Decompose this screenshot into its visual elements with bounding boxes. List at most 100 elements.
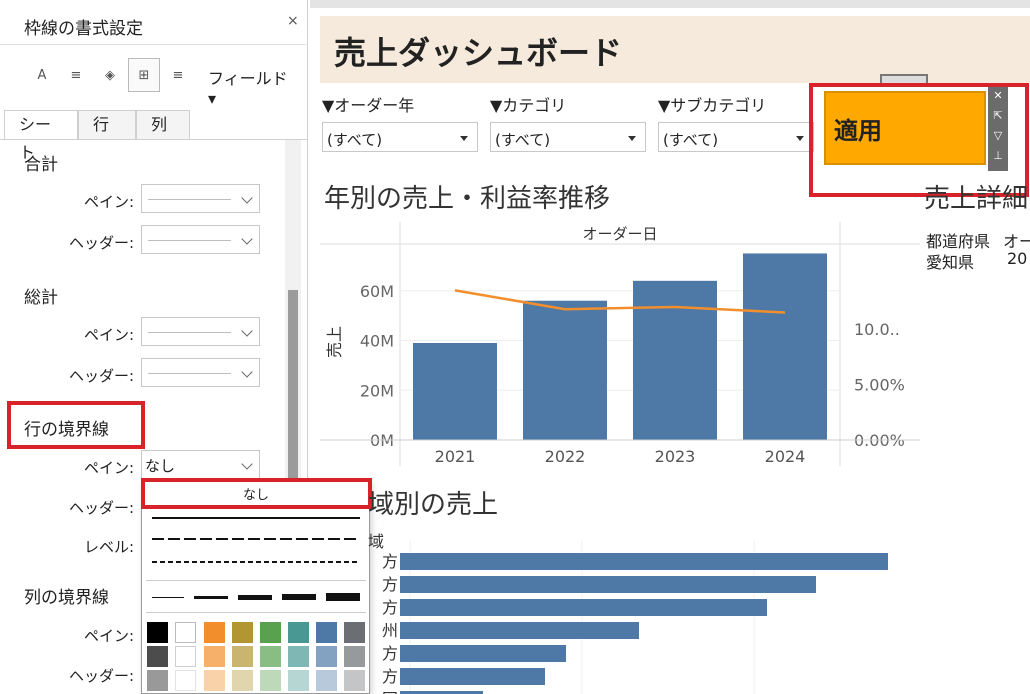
line-weight-1[interactable] xyxy=(152,597,184,598)
total-header-line-dropdown[interactable] xyxy=(141,225,260,254)
pane-label: ペイン: xyxy=(83,326,134,344)
pane-label: ペイン: xyxy=(83,193,134,211)
level-label: レベル: xyxy=(83,538,134,556)
region-bar xyxy=(400,599,767,616)
detail-title: 売上詳細 xyxy=(924,184,1029,214)
dropdown-arrow-icon xyxy=(796,136,804,141)
format-toolbar: A ≡ ◈ ⊞ ≡ フィールド▾ xyxy=(24,58,294,108)
header-label: ヘッダー: xyxy=(68,499,134,517)
total-pane-line-dropdown[interactable] xyxy=(141,184,260,213)
tab-sheet[interactable]: シート xyxy=(4,110,78,162)
filter-icon[interactable]: ▽ xyxy=(991,129,1005,143)
sales-bar xyxy=(743,253,827,440)
color-swatch[interactable] xyxy=(204,670,225,691)
line-weight-2[interactable] xyxy=(194,596,228,599)
x-tick-label: 2022 xyxy=(545,447,586,466)
y-tick-label: 20M xyxy=(360,381,394,400)
color-swatch[interactable] xyxy=(232,646,253,667)
region-label: 国 xyxy=(382,690,398,694)
section-title-row-divider: 行の境界線 xyxy=(24,420,109,440)
close-icon[interactable]: ✕ xyxy=(991,89,1005,103)
color-swatch[interactable] xyxy=(232,622,253,643)
color-swatch[interactable] xyxy=(288,670,309,691)
grand-total-header-line-dropdown[interactable] xyxy=(141,358,260,387)
object-toolbar: ✕ ⇱ ▽ ⊥ xyxy=(988,85,1008,171)
color-swatch[interactable] xyxy=(288,622,309,643)
region-label: 州 xyxy=(382,621,398,640)
filter-select[interactable]: (すべて) xyxy=(658,122,814,152)
filter-category: ▼カテゴリ (すべて) xyxy=(490,92,646,152)
header-label: ヘッダー: xyxy=(68,234,134,252)
sales-bar xyxy=(413,343,497,440)
region-sales-chart: 方方方州方方国 xyxy=(382,540,888,694)
color-swatch[interactable] xyxy=(147,670,168,691)
region-bar xyxy=(400,553,888,570)
grand-total-pane-line-dropdown[interactable] xyxy=(141,317,260,346)
dropdown-arrow-icon xyxy=(628,136,636,141)
color-swatch[interactable] xyxy=(260,622,281,643)
x-axis-title: オーダー日 xyxy=(582,225,657,243)
filter-select[interactable]: (すべて) xyxy=(322,122,478,152)
region-bar xyxy=(400,645,566,662)
tab-rows[interactable]: 行 xyxy=(78,110,136,140)
color-swatch[interactable] xyxy=(260,646,281,667)
pin-icon[interactable]: ⊥ xyxy=(991,149,1005,163)
line-weight-3[interactable] xyxy=(238,595,272,600)
color-swatch[interactable] xyxy=(175,622,196,643)
chevron-down-icon xyxy=(241,458,253,470)
color-swatch[interactable] xyxy=(147,622,168,643)
dashboard-title: 売上ダッシュボード xyxy=(334,34,623,72)
divider xyxy=(0,44,308,45)
x-tick-label: 2023 xyxy=(655,447,696,466)
region-label: 方 xyxy=(382,598,398,617)
color-swatch[interactable] xyxy=(175,670,196,691)
color-swatch[interactable] xyxy=(175,646,196,667)
color-swatch[interactable] xyxy=(147,646,168,667)
section-title-column-divider: 列の境界線 xyxy=(24,588,109,608)
pane-label: ペイン: xyxy=(83,459,134,477)
color-swatch[interactable] xyxy=(288,646,309,667)
section-title-total: 合計 xyxy=(24,155,58,175)
borders-icon[interactable]: ⊞ xyxy=(128,58,160,92)
chart-background xyxy=(320,222,920,472)
filter-subcategory: ▼サブカテゴリ (すべて) xyxy=(658,92,814,152)
selected-value: なし xyxy=(145,457,176,475)
shading-icon[interactable]: ◈ xyxy=(94,58,126,92)
tab-columns[interactable]: 列 xyxy=(136,110,190,140)
drag-handle[interactable] xyxy=(880,74,928,84)
open-external-icon[interactable]: ⇱ xyxy=(991,109,1005,123)
filter-label: ▼カテゴリ xyxy=(490,96,567,115)
dropdown-arrow-icon xyxy=(460,136,468,141)
color-swatch[interactable] xyxy=(232,670,253,691)
chart-title: 年別の売上・利益率推移 xyxy=(324,184,611,214)
title-band: 売上ダッシュボード xyxy=(320,16,1030,83)
alignment-icon[interactable]: ≡ xyxy=(60,58,92,92)
pane-label: ペイン: xyxy=(83,627,134,645)
color-swatch[interactable] xyxy=(204,646,225,667)
filter-label: ▼サブカテゴリ xyxy=(658,96,767,115)
filter-order-year: ▼オーダー年 (すべて) xyxy=(322,92,478,152)
region-bar xyxy=(400,668,545,685)
font-icon[interactable]: A xyxy=(26,58,58,92)
header-label: ヘッダー: xyxy=(68,367,134,385)
detail-cell: 愛知県 xyxy=(926,253,975,272)
color-swatch[interactable] xyxy=(260,670,281,691)
close-icon[interactable]: × xyxy=(287,13,299,29)
y2-tick-label: 10.0.. xyxy=(854,320,900,339)
dashboard-frame xyxy=(310,0,1030,8)
region-chart-title: 域別の売上 xyxy=(368,490,499,520)
apply-button[interactable]: 適用 xyxy=(824,91,986,165)
section-title-grand-total: 総計 xyxy=(24,288,58,308)
row-divider-pane-dropdown[interactable]: なし xyxy=(141,450,260,479)
fields-dropdown[interactable]: フィールド▾ xyxy=(208,65,294,108)
y-tick-label: 40M xyxy=(360,332,394,351)
region-label: 方 xyxy=(382,667,398,686)
filter-label: ▼オーダー年 xyxy=(322,96,415,115)
filter-select[interactable]: (すべて) xyxy=(490,122,646,152)
pane-title: 枠線の書式設定 xyxy=(24,19,143,39)
y2-tick-label: 5.00% xyxy=(854,376,905,395)
region-label: 方 xyxy=(382,552,398,571)
filter-value: (すべて) xyxy=(327,131,383,149)
lines-icon[interactable]: ≡ xyxy=(162,58,194,92)
color-swatch[interactable] xyxy=(204,622,225,643)
